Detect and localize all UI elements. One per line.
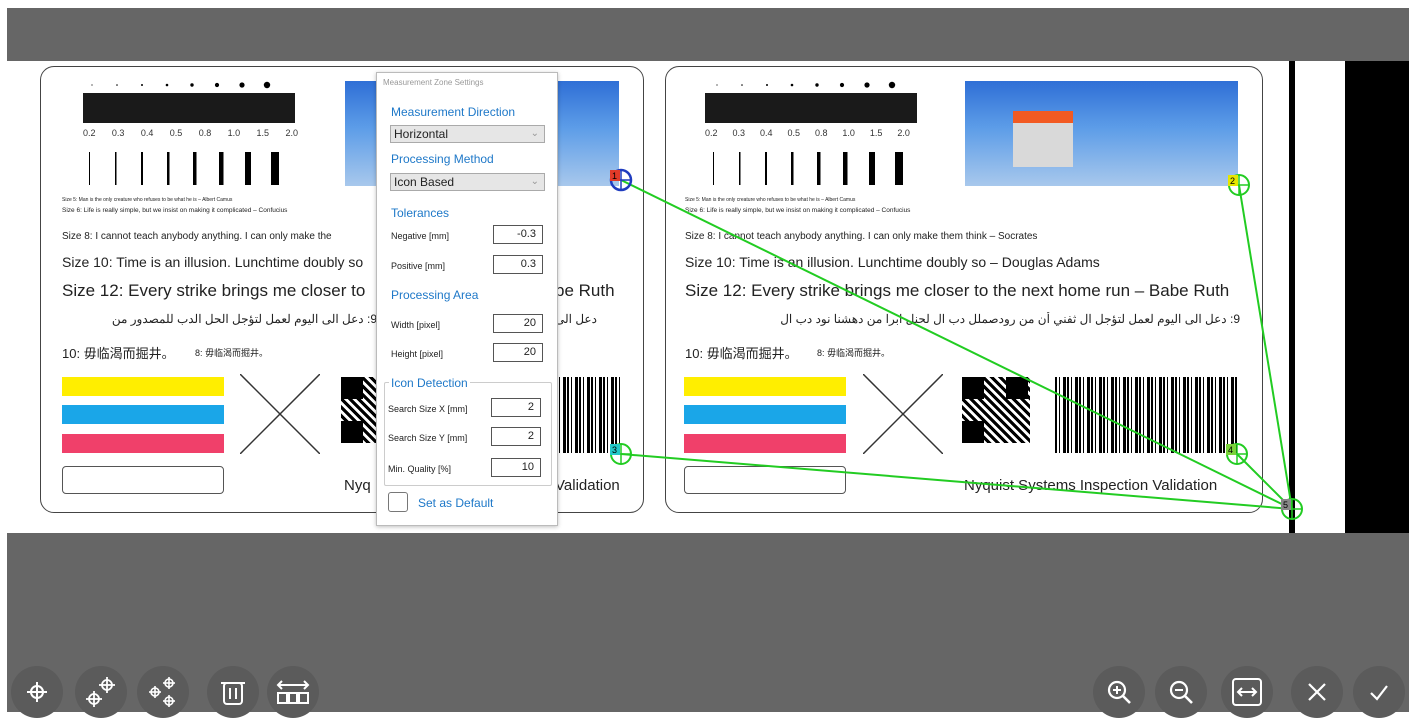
negative-input[interactable]: -0.3: [493, 225, 543, 244]
search-size-x-input[interactable]: 2: [491, 398, 541, 417]
measurement-direction-value: Horizontal: [394, 127, 449, 141]
scanned-image[interactable]: 0.2 0.3 0.4 0.5 0.8 1.0 1.5 2.0 Size 5: …: [7, 61, 1409, 533]
add-point-button[interactable]: [11, 666, 63, 718]
marker-5-label: 5: [1283, 500, 1288, 510]
add-two-points-button[interactable]: [75, 666, 127, 718]
panel-title: Measurement Zone Settings: [383, 78, 484, 87]
add-multi-points-button[interactable]: [137, 666, 189, 718]
bottom-toolbar: [7, 660, 1409, 718]
height-input[interactable]: 20: [493, 343, 543, 362]
marker-1[interactable]: 1: [609, 168, 633, 192]
zoom-out-button[interactable]: [1155, 666, 1207, 718]
fit-width-icon: [1232, 678, 1262, 706]
width-input[interactable]: 20: [493, 314, 543, 333]
delete-button[interactable]: [207, 666, 259, 718]
fit-width-button[interactable]: [1221, 666, 1273, 718]
marker-3-label: 3: [612, 445, 617, 455]
marker-1-label: 1: [612, 171, 617, 181]
search-size-y-input[interactable]: 2: [491, 427, 541, 446]
zoom-in-button[interactable]: [1093, 666, 1145, 718]
tolerances-label: Tolerances: [391, 206, 450, 220]
min-quality-label: Min. Quality [%]: [388, 464, 452, 474]
double-crosshair-icon: [86, 677, 115, 707]
crosshair-icon: [27, 682, 47, 702]
distribute-horizontal-icon: [276, 680, 310, 704]
width-label: Width [pixel]: [391, 320, 441, 330]
trash-icon: [221, 682, 245, 705]
marker-2[interactable]: 2: [1228, 174, 1250, 196]
height-label: Height [pixel]: [391, 349, 444, 359]
cancel-button[interactable]: [1291, 666, 1343, 718]
set-as-default-checkbox[interactable]: [388, 492, 408, 512]
zoom-out-icon: [1169, 680, 1193, 704]
marker-3[interactable]: 3: [610, 443, 632, 465]
triple-crosshair-icon: [149, 677, 175, 707]
processing-area-label: Processing Area: [391, 288, 479, 302]
chevron-down-icon: ⌄: [530, 176, 539, 187]
measurement-zone-settings-panel: Measurement Zone Settings Measurement Di…: [376, 72, 558, 526]
marker-2-label: 2: [1230, 176, 1235, 186]
processing-method-select[interactable]: Icon Based ⌄: [390, 173, 545, 191]
chevron-down-icon: ⌄: [530, 128, 539, 139]
zoom-in-icon: [1107, 680, 1131, 704]
icon-detection-label: Icon Detection: [389, 376, 470, 390]
search-size-x-label: Search Size X [mm]: [388, 404, 468, 414]
marker-line: [1238, 184, 1293, 510]
set-as-default-label[interactable]: Set as Default: [418, 496, 493, 510]
marker-line: [620, 453, 1293, 510]
marker-5[interactable]: 5: [1281, 498, 1303, 520]
distribute-button[interactable]: [267, 666, 319, 718]
processing-method-label: Processing Method: [391, 152, 494, 166]
positive-label: Positive [mm]: [391, 261, 446, 271]
measurement-direction-select[interactable]: Horizontal ⌄: [390, 125, 545, 143]
checkmark-icon: [1370, 685, 1388, 701]
positive-input[interactable]: 0.3: [493, 255, 543, 274]
marker-4[interactable]: 4: [1226, 443, 1248, 465]
measurement-direction-label: Measurement Direction: [391, 105, 516, 119]
negative-label: Negative [mm]: [391, 231, 450, 241]
marker-4-label: 4: [1228, 445, 1233, 455]
measurement-overlay: 1 2 3 4 5: [609, 168, 1303, 520]
confirm-button[interactable]: [1353, 666, 1405, 718]
search-size-y-label: Search Size Y [mm]: [388, 433, 468, 443]
processing-method-value: Icon Based: [394, 175, 455, 189]
min-quality-input[interactable]: 10: [491, 458, 541, 477]
close-icon: [1308, 683, 1326, 701]
marker-line: [620, 179, 1293, 510]
